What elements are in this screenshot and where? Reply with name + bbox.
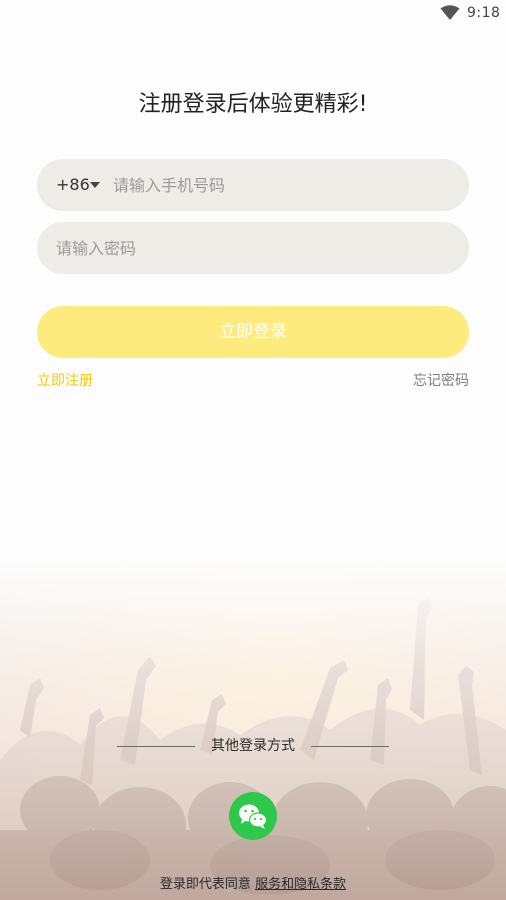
terms-link[interactable]: 服务和隐私条款 [255, 877, 346, 892]
password-field[interactable] [37, 222, 469, 274]
password-input[interactable] [56, 222, 456, 274]
register-link[interactable]: 立即注册 [37, 370, 93, 390]
login-button[interactable]: 立即登录 [37, 306, 469, 358]
forgot-password-link[interactable]: 忘记密码 [413, 370, 469, 390]
wechat-login-button[interactable] [229, 792, 277, 840]
terms-prefix: 登录即代表同意 [159, 877, 256, 892]
wechat-icon [239, 804, 268, 829]
status-bar: 9:18 [0, 0, 506, 28]
other-login-label: 其他登录方式 [211, 738, 295, 754]
login-screen: 9:18 注册登录后体验更精彩! +86 立即登录 立即注册 忘记密码 其他登录… [0, 0, 506, 900]
page-title: 注册登录后体验更精彩! [138, 92, 368, 117]
other-login-divider: 其他登录方式 [0, 736, 506, 756]
wifi-icon [440, 5, 460, 20]
caret-down-icon[interactable] [90, 182, 100, 188]
concert-crowd-background [0, 560, 506, 900]
phone-field[interactable]: +86 [37, 159, 469, 211]
country-code-selector[interactable]: +86 [56, 159, 90, 211]
phone-input[interactable] [113, 159, 453, 211]
status-time: 9:18 [467, 5, 501, 21]
terms-notice: 登录即代表同意 服务和隐私条款 [0, 873, 506, 892]
divider-line [311, 746, 389, 747]
